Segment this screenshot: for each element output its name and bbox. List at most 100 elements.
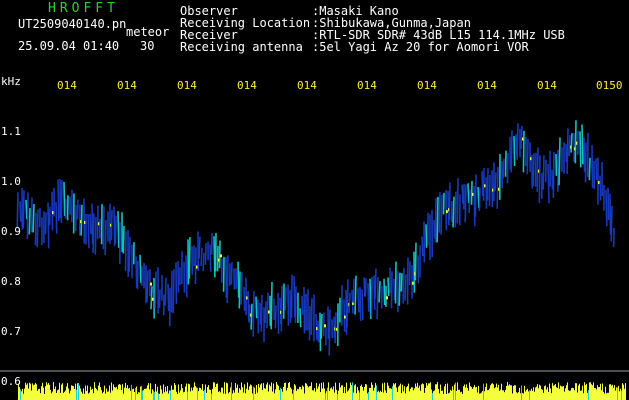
noise-bar (557, 387, 558, 400)
noise-bar (567, 382, 568, 400)
trace-stroke (414, 242, 417, 281)
noise-bar (492, 383, 493, 400)
noise-bar (95, 387, 96, 400)
noise-bar (343, 392, 344, 400)
noise-bar (240, 389, 241, 400)
noise-bar (623, 384, 624, 400)
noise-bar (372, 384, 373, 400)
noise-bar (320, 392, 321, 400)
noise-bar (451, 390, 452, 400)
noise-bar (60, 392, 61, 400)
noise-bar (148, 383, 149, 400)
noise-bar (346, 382, 347, 400)
noise-bar (172, 389, 173, 400)
trace-stroke (328, 309, 331, 356)
noise-bar (222, 387, 223, 400)
noise-bar (175, 385, 176, 400)
trace-stroke (255, 296, 258, 319)
trace-stroke (188, 237, 191, 279)
noise-bar (152, 389, 153, 400)
noise-bar (578, 385, 579, 400)
noise-bar (214, 382, 215, 400)
noise-bar (48, 383, 49, 400)
noise-bar (341, 385, 342, 400)
noise-bar (417, 382, 418, 400)
noise-bar (507, 382, 508, 400)
trace-stroke (200, 247, 203, 266)
trace-stroke (102, 206, 105, 250)
noise-bar (168, 393, 169, 400)
noise-bar (467, 387, 468, 400)
trace-stroke (364, 278, 367, 297)
noise-bar (268, 391, 269, 400)
noise-bar (64, 391, 65, 400)
trace-stroke (532, 153, 535, 187)
noise-bar (481, 392, 482, 400)
noise-bar (435, 384, 436, 400)
noise-bar (212, 388, 213, 400)
noise-bar (566, 385, 567, 400)
noise-bar (401, 393, 402, 400)
noise-bar (299, 386, 300, 400)
noise-bar (442, 390, 443, 400)
noise-bar (225, 393, 226, 400)
noise-bar (108, 391, 109, 400)
noise-bar (554, 385, 555, 400)
noise-bar (207, 387, 208, 400)
noise-bar (72, 385, 73, 400)
noise-bar (47, 384, 48, 400)
noise-bar (369, 387, 370, 400)
noise-bar (318, 386, 319, 400)
noise-bar (65, 390, 66, 400)
noise-bar (321, 382, 322, 400)
noise-bar (327, 387, 328, 400)
noise-bar (272, 391, 273, 400)
time-tick-label: 014 (177, 79, 197, 92)
trace-stroke (334, 312, 337, 344)
noise-bar (277, 384, 278, 400)
noise-bar (301, 389, 302, 400)
noise-bar (197, 387, 198, 400)
noise-bar (531, 388, 532, 400)
noise-bar (245, 393, 246, 400)
noise-bar (542, 389, 543, 400)
trace-stroke (440, 194, 443, 235)
noise-bar (432, 393, 433, 400)
trace-stroke (425, 224, 428, 248)
noise-bar (36, 384, 37, 400)
trace-stroke (566, 128, 569, 175)
noise-bar (312, 390, 313, 400)
noise-bar (227, 383, 228, 400)
noise-bar (620, 388, 621, 400)
noise-bar (37, 390, 38, 400)
noise-bar (147, 385, 148, 400)
noise-bar (405, 393, 406, 400)
noise-bar (406, 387, 407, 400)
noise-bar (244, 384, 245, 400)
noise-bar (538, 388, 539, 400)
noise-bar (251, 385, 252, 400)
noise-bar (127, 385, 128, 400)
trace-stroke (177, 261, 180, 293)
noise-bar (266, 384, 267, 400)
noise-bar (232, 393, 233, 400)
noise-bar (51, 393, 52, 400)
noise-bar (419, 385, 420, 400)
noise-bar (512, 393, 513, 400)
trace-stroke (346, 279, 349, 328)
noise-bar (397, 391, 398, 400)
noise-bar (32, 383, 33, 400)
noise-bar (57, 390, 58, 400)
trace-stroke (506, 152, 509, 184)
noise-bar (537, 383, 538, 400)
noise-bar (395, 383, 396, 400)
noise-bar (362, 386, 363, 400)
noise-bar (474, 385, 475, 400)
noise-bar (93, 393, 94, 400)
noise-bar (329, 390, 330, 400)
noise-bar (238, 392, 239, 400)
noise-bar (292, 393, 293, 400)
noise-bar (375, 383, 376, 400)
noise-bar (143, 390, 144, 400)
noise-bar (86, 391, 87, 400)
